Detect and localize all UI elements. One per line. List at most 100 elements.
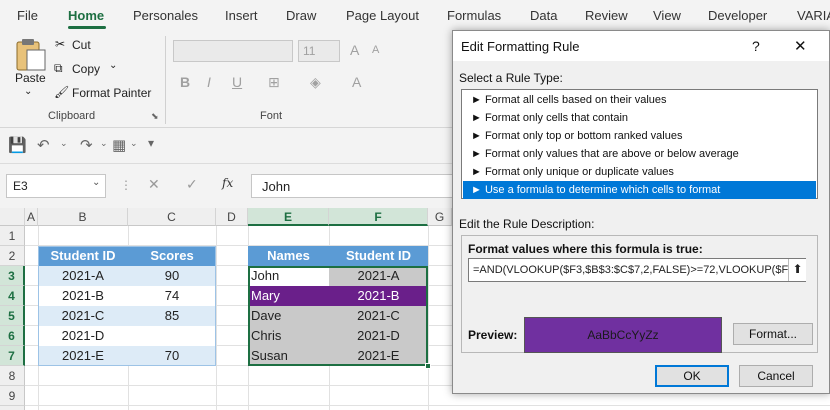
rule-type-list[interactable]: ► Format all cells based on their values… [461, 89, 818, 199]
row-header-2[interactable]: 2 [0, 246, 25, 266]
table1-header-student-id[interactable]: Student ID [38, 246, 128, 266]
rule-type-item[interactable]: ► Format all cells based on their values [463, 91, 816, 109]
format-button[interactable]: Format... [733, 323, 813, 345]
format-painter-button[interactable]: Format Painter [72, 86, 151, 100]
confirm-entry-icon[interactable]: ✓ [186, 176, 198, 193]
row-header-5[interactable]: 5 [0, 306, 25, 326]
cut-button[interactable]: Cut [72, 38, 91, 52]
tab-data[interactable]: Data [530, 8, 557, 23]
dialog-titlebar[interactable]: Edit Formatting Rule ? ✕ [453, 31, 829, 61]
column-header-g[interactable]: G [428, 208, 452, 226]
column-header-b[interactable]: B [38, 208, 128, 226]
row-header-8[interactable]: 8 [0, 366, 25, 386]
font-size-combo[interactable]: 11 [298, 40, 340, 62]
font-name-combo[interactable] [173, 40, 293, 62]
table1-cell[interactable]: 74 [128, 286, 216, 306]
table2-cell[interactable]: 2021-C [329, 306, 428, 326]
tab-view[interactable]: View [653, 8, 681, 23]
bold-button[interactable]: B [180, 74, 190, 90]
table-format-dropdown-icon[interactable]: ⌄ [130, 138, 138, 149]
column-header-c[interactable]: C [128, 208, 216, 226]
row-header-6[interactable]: 6 [0, 326, 25, 346]
table2-cell[interactable]: Susan [248, 346, 329, 366]
tab-personales[interactable]: Personales [133, 8, 198, 23]
paste-icon[interactable] [14, 36, 48, 72]
format-painter-icon[interactable]: 🖌 [54, 85, 69, 99]
undo-icon[interactable]: ↶ [37, 136, 50, 154]
table1-cell[interactable]: 90 [128, 266, 216, 286]
paste-dropdown-icon[interactable]: ⌄ [24, 86, 32, 97]
paste-label[interactable]: Paste [15, 71, 46, 85]
column-header-f[interactable]: F [329, 208, 428, 226]
row-header-7[interactable]: 7 [0, 346, 25, 366]
row-header-3[interactable]: 3 [0, 266, 25, 286]
tab-developer[interactable]: Developer [708, 8, 767, 23]
redo-icon[interactable]: ↷ [80, 136, 93, 154]
tab-page-layout[interactable]: Page Layout [346, 8, 419, 23]
rule-type-item[interactable]: ► Format only cells that contain [463, 109, 816, 127]
cancel-button[interactable]: Cancel [739, 365, 813, 387]
table2-header-names[interactable]: Names [248, 246, 329, 266]
borders-icon[interactable]: ⊞ [268, 74, 280, 91]
tab-formulas[interactable]: Formulas [447, 8, 501, 23]
increase-font-icon[interactable]: A [350, 42, 359, 58]
table1-cell[interactable]: 2021-D [38, 326, 128, 346]
tab-draw[interactable]: Draw [286, 8, 316, 23]
row-header-4[interactable]: 4 [0, 286, 25, 306]
column-header-e[interactable]: E [248, 208, 329, 226]
table2-cell-active[interactable]: John [248, 266, 329, 286]
table1-cell[interactable]: 70 [128, 346, 216, 366]
tab-varia[interactable]: VARIA [797, 8, 830, 23]
rule-type-item[interactable]: ► Format only values that are above or b… [463, 145, 816, 163]
fill-handle[interactable] [425, 363, 431, 369]
font-color-icon[interactable]: A [352, 74, 361, 90]
table2-cell[interactable]: 2021-E [329, 346, 428, 366]
tab-file[interactable]: File [17, 8, 38, 23]
table1-header-scores[interactable]: Scores [128, 246, 216, 266]
table2-cell[interactable]: Mary [248, 286, 329, 306]
table1-cell[interactable]: 2021-E [38, 346, 128, 366]
table2-cell[interactable]: Dave [248, 306, 329, 326]
table2-cell[interactable]: 2021-A [329, 266, 428, 286]
column-header-d[interactable]: D [216, 208, 248, 226]
help-button[interactable]: ? [752, 38, 760, 54]
customize-qat-icon[interactable]: ▾ [148, 136, 154, 150]
name-box-dropdown-icon[interactable]: ⌄ [92, 177, 100, 188]
redo-dropdown-icon[interactable]: ⌄ [100, 138, 108, 149]
rule-type-item[interactable]: ► Format only unique or duplicate values [463, 163, 816, 181]
cut-icon[interactable]: ✂ [55, 37, 65, 51]
tab-insert[interactable]: Insert [225, 8, 258, 23]
table2-header-student-id[interactable]: Student ID [329, 246, 428, 266]
row-header-9[interactable]: 9 [0, 386, 25, 406]
copy-button[interactable]: Copy [72, 62, 100, 76]
table2-cell[interactable]: 2021-B [329, 286, 428, 306]
column-header-a[interactable]: A [25, 208, 38, 226]
name-box[interactable]: E3 [6, 174, 106, 198]
decrease-font-icon[interactable]: A [372, 44, 379, 56]
table1-cell[interactable]: 85 [128, 306, 216, 326]
row-header-1[interactable]: 1 [0, 226, 25, 246]
copy-icon[interactable]: ⧉ [54, 61, 63, 76]
save-icon[interactable]: 💾 [8, 136, 27, 154]
rule-type-item[interactable]: ► Format only top or bottom ranked value… [463, 127, 816, 145]
row-header-10[interactable]: 10 [0, 406, 25, 410]
collapse-dialog-icon[interactable]: ⬆ [788, 259, 806, 281]
tab-home[interactable]: Home [68, 8, 104, 23]
table1-cell[interactable]: 2021-A [38, 266, 128, 286]
select-all-corner[interactable] [0, 208, 25, 226]
clipboard-launcher-icon[interactable]: ⬊ [151, 111, 159, 122]
insert-function-button[interactable]: fx [222, 176, 233, 190]
table1-cell[interactable]: 2021-C [38, 306, 128, 326]
table1-cell[interactable]: 2021-B [38, 286, 128, 306]
formula-field[interactable]: =AND(VLOOKUP($F3,$B$3:$C$7,2,FALSE)>=72,… [468, 258, 806, 282]
cancel-entry-icon[interactable]: ✕ [148, 176, 160, 193]
table2-cell[interactable]: Chris [248, 326, 329, 346]
table1-cell[interactable] [128, 326, 216, 346]
italic-button[interactable]: I [207, 74, 211, 90]
undo-dropdown-icon[interactable]: ⌄ [60, 138, 68, 149]
fill-color-icon[interactable]: ◈ [310, 74, 321, 91]
rule-type-item-selected[interactable]: ► Use a formula to determine which cells… [463, 181, 816, 199]
close-button[interactable]: ✕ [794, 37, 807, 55]
ok-button[interactable]: OK [655, 365, 729, 387]
copy-dropdown-icon[interactable]: ⌄ [109, 60, 117, 71]
